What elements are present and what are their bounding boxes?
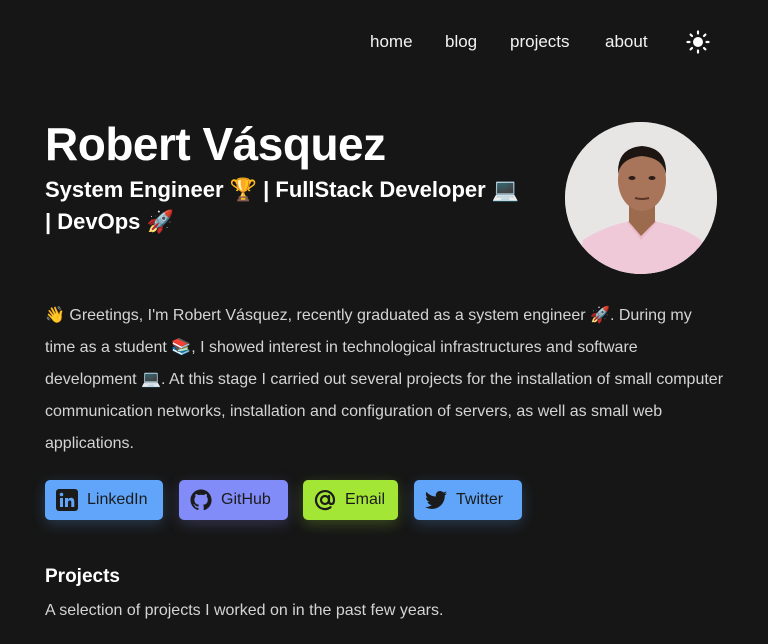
at-sign-icon [314, 489, 336, 511]
projects-heading: Projects [45, 566, 120, 587]
top-nav: home blog projects about [0, 30, 768, 56]
theme-toggle-button[interactable] [686, 30, 710, 54]
sun-icon [686, 30, 710, 54]
profile-photo [565, 122, 717, 274]
hero-name: Robert Vásquez [45, 118, 386, 170]
email-button[interactable]: Email [303, 480, 398, 520]
github-button[interactable]: GitHub [179, 480, 288, 520]
twitter-button[interactable]: Twitter [414, 480, 522, 520]
page: home blog projects about Robert Vásquez … [0, 0, 768, 644]
bio-paragraph: 👋 Greetings, I'm Robert Vásquez, recentl… [45, 307, 724, 452]
linkedin-button[interactable]: LinkedIn [45, 480, 163, 520]
github-icon [190, 489, 212, 511]
twitter-label: Twitter [456, 491, 504, 508]
email-label: Email [345, 491, 386, 508]
nav-link-blog[interactable]: blog [445, 32, 477, 52]
linkedin-label: LinkedIn [87, 491, 148, 508]
twitter-icon [425, 491, 447, 509]
nav-link-projects[interactable]: projects [510, 32, 570, 52]
hero-subtitle: System Engineer 🏆 | FullStack Developer … [45, 177, 520, 234]
nav-link-home[interactable]: home [370, 32, 413, 52]
github-label: GitHub [221, 491, 271, 508]
linkedin-icon [56, 489, 78, 511]
avatar [565, 122, 717, 274]
projects-description: A selection of projects I worked on in t… [45, 602, 444, 619]
nav-link-about[interactable]: about [605, 32, 648, 52]
